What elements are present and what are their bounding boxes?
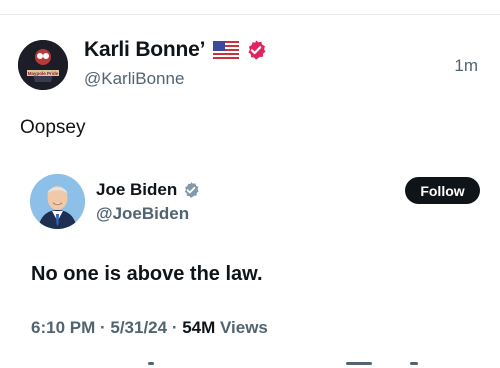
gray-verified-badge-icon[interactable]	[182, 181, 200, 199]
quoted-tweet-text: No one is above the law.	[31, 263, 263, 285]
quoted-name-row: Joe Biden	[96, 180, 200, 200]
author-display-name[interactable]: Karli Bonne’	[84, 38, 205, 62]
meta-separator: ·	[167, 318, 183, 337]
quoted-date[interactable]: 5/31/24	[110, 318, 167, 337]
quoted-handle[interactable]: @JoeBiden	[96, 204, 189, 224]
quoted-author-avatar[interactable]	[30, 174, 85, 229]
action-icon-fragment	[346, 362, 372, 365]
views-count[interactable]: 54M	[182, 318, 215, 337]
author-avatar[interactable]: Maypole Pride	[18, 40, 68, 90]
author-avatar-text: Maypole Pride	[28, 71, 59, 76]
tweet-timestamp[interactable]: 1m	[454, 56, 478, 76]
views-label: Views	[215, 318, 268, 337]
meta-separator: ·	[95, 318, 111, 337]
action-bar-partial	[0, 358, 500, 368]
quoted-meta-row: 6:10 PM · 5/31/24 · 54M Views	[31, 318, 268, 338]
action-icon-fragment	[148, 362, 154, 365]
quoted-time[interactable]: 6:10 PM	[31, 318, 95, 337]
author-handle[interactable]: @KarliBonne	[84, 69, 184, 89]
us-flag-icon	[213, 41, 240, 59]
top-divider	[0, 14, 500, 15]
action-icon-fragment	[410, 362, 418, 365]
author-avatar-image: Maypole Pride	[18, 40, 68, 90]
quoted-display-name[interactable]: Joe Biden	[96, 180, 177, 200]
tweet-text: Oopsey	[20, 117, 86, 138]
quoted-avatar-image	[30, 174, 85, 229]
pink-verified-badge-icon[interactable]	[245, 39, 267, 61]
follow-button[interactable]: Follow	[405, 177, 480, 204]
author-name-row: Karli Bonne’	[84, 38, 267, 62]
